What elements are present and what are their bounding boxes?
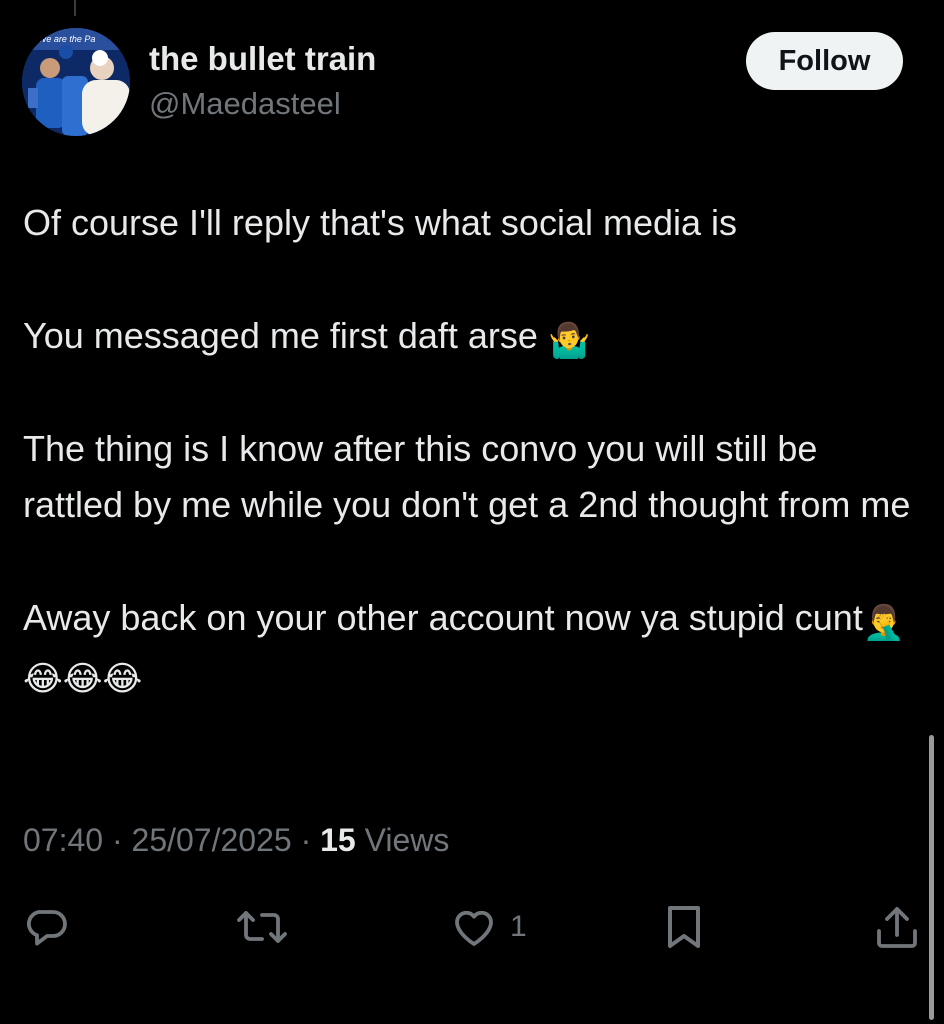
- tweet-date[interactable]: 25/07/2025: [132, 822, 292, 858]
- avatar-image: We are the Pa: [22, 28, 130, 136]
- like-button[interactable]: 1: [450, 903, 527, 951]
- shrug-emoji: 🤷‍♂️: [547, 322, 591, 360]
- heart-icon: [455, 910, 493, 946]
- repost-button[interactable]: [236, 903, 288, 951]
- action-bar: 1: [0, 895, 944, 955]
- bookmark-icon: [668, 906, 700, 948]
- facepalm-emoji: 🤦‍♂️: [862, 604, 906, 642]
- avatar[interactable]: We are the Pa: [22, 28, 130, 136]
- tweet-time[interactable]: 07:40: [23, 822, 103, 858]
- tweet-paragraph: Of course I'll reply that's what social …: [23, 195, 913, 251]
- tweet-paragraph-text: You messaged me first daft arse: [23, 315, 538, 356]
- reply-icon: [27, 910, 67, 946]
- views-count: 15: [320, 822, 356, 858]
- share-button[interactable]: [874, 903, 920, 951]
- bookmark-button[interactable]: [662, 903, 706, 951]
- thread-connector-line: [74, 0, 76, 16]
- scrollbar[interactable]: [929, 735, 934, 1020]
- tweet-paragraph: Away back on your other account now ya s…: [23, 590, 913, 702]
- meta-separator: ·: [291, 822, 321, 858]
- tweet-paragraph-text: Away back on your other account now ya s…: [23, 597, 863, 638]
- reply-button[interactable]: [22, 903, 70, 951]
- tweet-text: Of course I'll reply that's what social …: [23, 195, 913, 702]
- like-count: 1: [510, 910, 527, 943]
- views-label: Views: [364, 822, 450, 858]
- tweet-paragraph-text: Of course I'll reply that's what social …: [23, 202, 738, 243]
- author-handle[interactable]: @Maedasteel: [149, 86, 341, 122]
- meta-separator: ·: [103, 822, 132, 858]
- share-icon: [877, 907, 917, 948]
- author-display-name[interactable]: the bullet train: [149, 40, 376, 78]
- laughing-emoji: 😂😂😂: [23, 660, 143, 698]
- tweet-metadata: 07:40 · 25/07/2025 · 15 Views: [23, 822, 449, 859]
- avatar-caption: We are the Pa: [38, 34, 95, 44]
- tweet-paragraph: You messaged me first daft arse 🤷‍♂️: [23, 308, 913, 364]
- tweet-paragraph: The thing is I know after this convo you…: [23, 421, 913, 533]
- follow-button[interactable]: Follow: [746, 32, 903, 90]
- tweet-paragraph-text: The thing is I know after this convo you…: [23, 428, 911, 525]
- repost-icon: [237, 911, 287, 943]
